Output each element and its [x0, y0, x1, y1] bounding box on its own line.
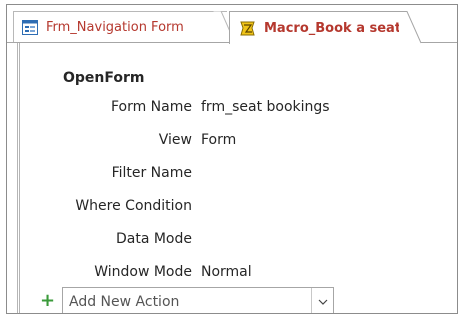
- argument-row-where-condition: Where Condition: [7, 198, 457, 218]
- tab-macro-book-a-seat[interactable]: Macro_Book a seat: [229, 11, 407, 44]
- argument-value[interactable]: frm_seat bookings: [201, 99, 330, 115]
- argument-value[interactable]: Normal: [201, 264, 252, 280]
- argument-row-view: View Form: [7, 132, 457, 152]
- argument-row-form-name: Form Name frm_seat bookings: [7, 99, 457, 119]
- argument-label: Data Mode: [115, 231, 192, 247]
- argument-row-filter-name: Filter Name: [7, 165, 457, 185]
- tab-edge: [399, 11, 422, 44]
- argument-label: Where Condition: [75, 198, 192, 214]
- argument-label: Form Name: [110, 99, 192, 115]
- argument-value[interactable]: Form: [201, 132, 236, 148]
- argument-label: Filter Name: [111, 165, 192, 181]
- argument-row-window-mode: Window Mode Normal: [7, 264, 457, 284]
- macro-action-title[interactable]: OpenForm: [63, 70, 145, 86]
- add-new-action-combo[interactable]: Add New Action: [62, 287, 334, 313]
- macro-designer-window: Frm_Navigation Form Macro_Book a seat Op…: [6, 4, 458, 314]
- chevron-down-icon[interactable]: [311, 288, 333, 313]
- argument-row-data-mode: Data Mode: [7, 231, 457, 251]
- plus-icon[interactable]: +: [40, 292, 55, 310]
- argument-label: View: [158, 132, 192, 148]
- macro-icon: [240, 21, 255, 35]
- tab-frm-navigation-form[interactable]: Frm_Navigation Form: [13, 11, 227, 43]
- tab-label: Frm_Navigation Form: [46, 20, 184, 35]
- argument-label: Window Mode: [94, 264, 192, 280]
- form-icon: [22, 20, 38, 35]
- tab-label: Macro_Book a seat: [264, 20, 402, 36]
- document-tab-bar: Frm_Navigation Form Macro_Book a seat: [7, 5, 457, 44]
- add-new-action-placeholder: Add New Action: [69, 294, 180, 310]
